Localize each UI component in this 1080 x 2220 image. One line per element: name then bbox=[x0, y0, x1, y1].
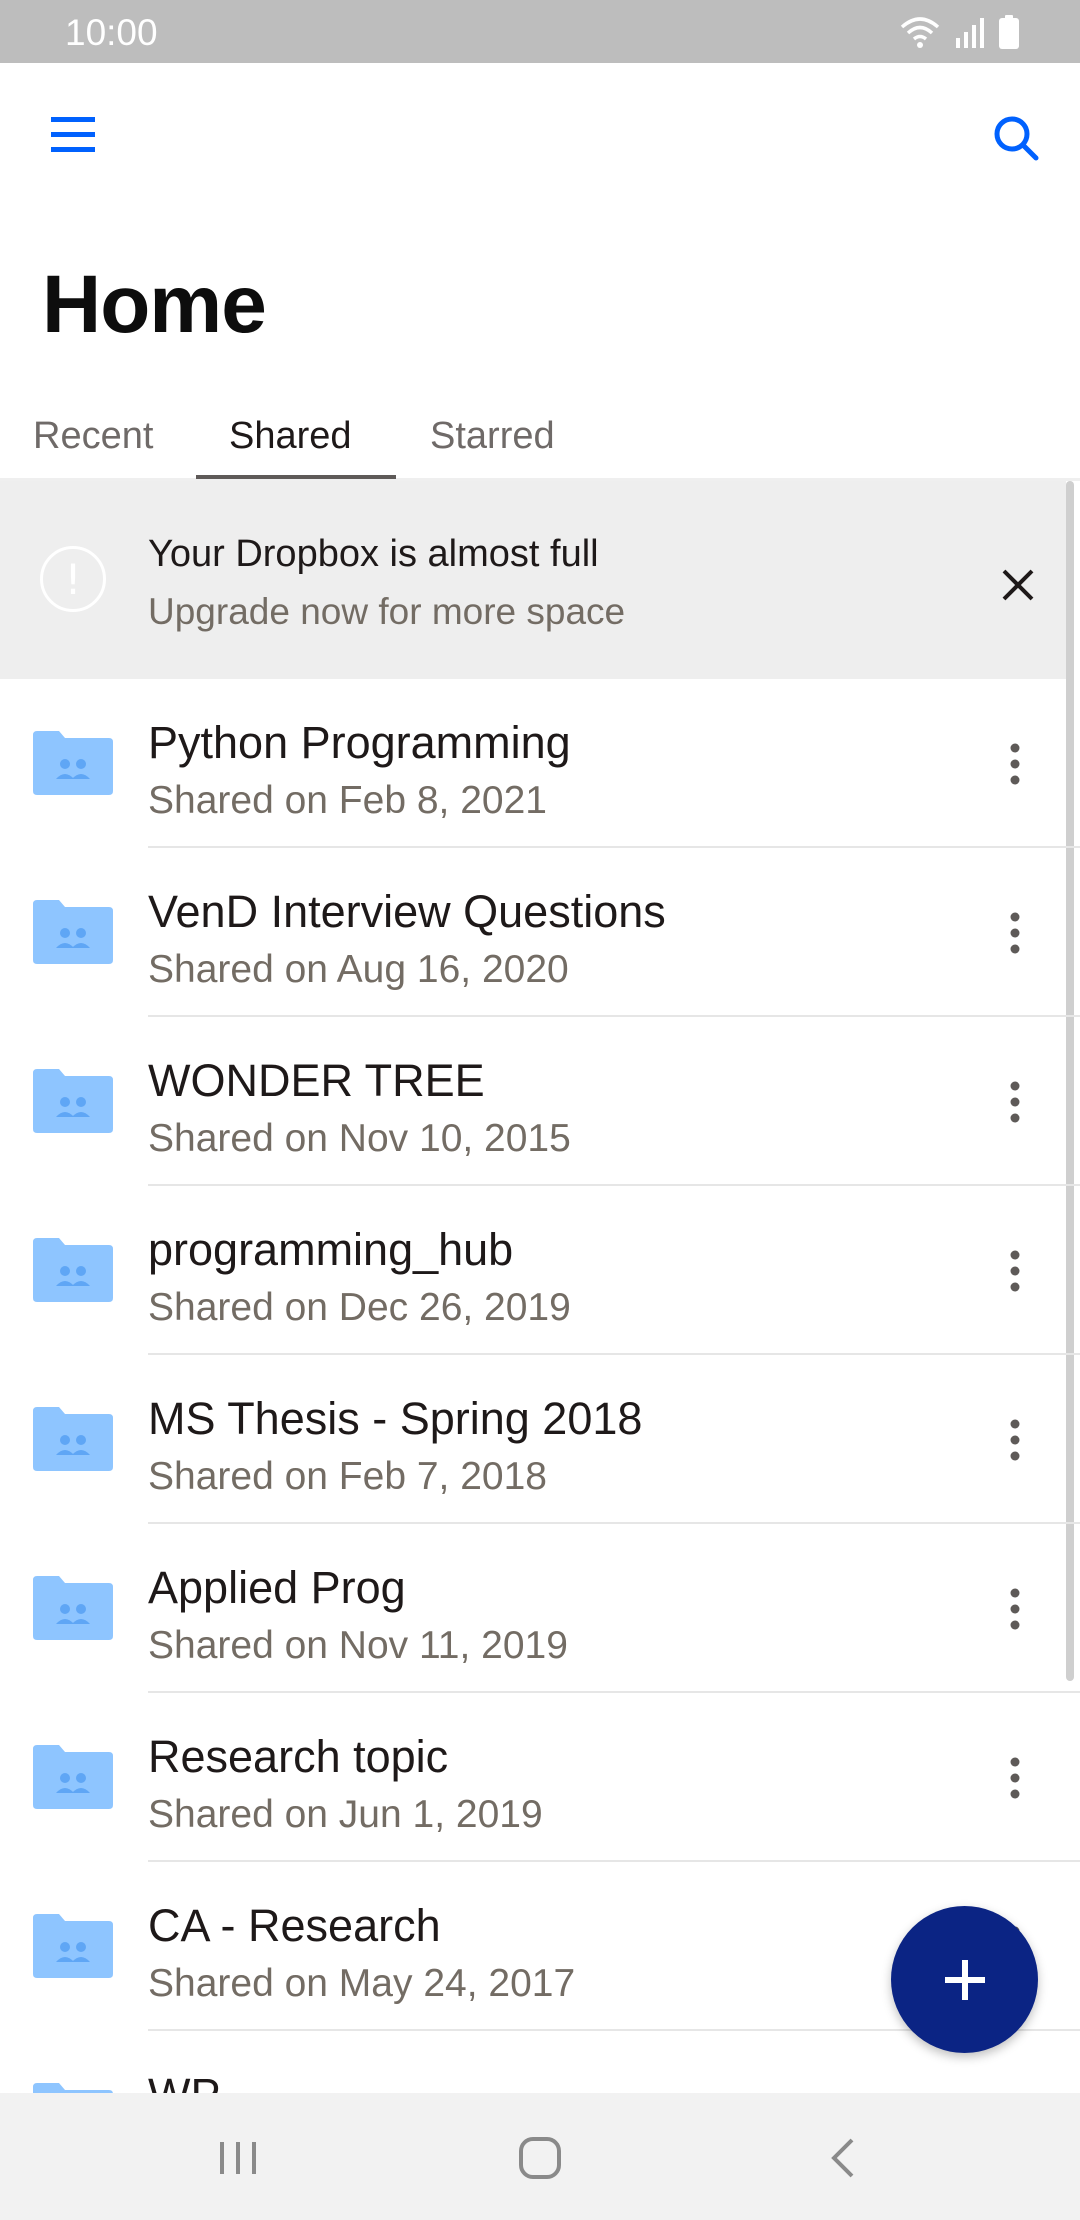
more-options-button[interactable] bbox=[990, 1241, 1040, 1301]
folder-name: Applied Prog bbox=[148, 1562, 406, 1613]
recent-apps-button[interactable] bbox=[203, 2123, 273, 2193]
hamburger-menu-icon bbox=[51, 117, 95, 152]
tab-recent[interactable]: Recent bbox=[33, 415, 153, 481]
shared-folder-icon bbox=[33, 2083, 113, 2093]
more-options-button[interactable] bbox=[990, 2086, 1040, 2093]
folder-name: WP bbox=[148, 2069, 221, 2093]
more-vertical-icon bbox=[1010, 743, 1020, 785]
folder-shared-date: Shared on Jun 1, 2019 bbox=[148, 1793, 543, 1836]
home-button[interactable] bbox=[505, 2123, 575, 2193]
folder-shared-date: Shared on Feb 7, 2018 bbox=[148, 1455, 547, 1498]
shared-folder-icon bbox=[33, 1069, 113, 1133]
shared-folder-icon bbox=[33, 1407, 113, 1471]
folder-name: VenD Interview Questions bbox=[148, 886, 666, 937]
more-vertical-icon bbox=[1010, 912, 1020, 954]
shared-folder-icon bbox=[33, 1576, 113, 1640]
folder-name: MS Thesis - Spring 2018 bbox=[148, 1393, 643, 1444]
shared-folder-icon bbox=[33, 1238, 113, 1302]
system-nav-bar bbox=[0, 2093, 1080, 2220]
folder-row[interactable]: Research topic Shared on Jun 1, 2019 bbox=[0, 1693, 1080, 1862]
shared-folder-icon bbox=[33, 731, 113, 795]
alert-icon: ! bbox=[40, 546, 106, 612]
folder-name: programming_hub bbox=[148, 1224, 514, 1275]
more-vertical-icon bbox=[1010, 1081, 1020, 1123]
search-button[interactable] bbox=[988, 110, 1044, 166]
more-options-button[interactable] bbox=[990, 1748, 1040, 1808]
storage-full-banner[interactable]: ! Your Dropbox is almost full Upgrade no… bbox=[0, 481, 1066, 679]
more-vertical-icon bbox=[1010, 1588, 1020, 1630]
folder-shared-date: Shared on Dec 26, 2019 bbox=[148, 1286, 571, 1329]
folder-row[interactable]: Python Programming Shared on Feb 8, 2021 bbox=[0, 679, 1080, 848]
folder-shared-date: Shared on Nov 11, 2019 bbox=[148, 1624, 568, 1667]
menu-button[interactable] bbox=[48, 110, 98, 160]
recent-apps-icon bbox=[220, 2142, 256, 2174]
banner-subtitle[interactable]: Upgrade now for more space bbox=[148, 591, 625, 633]
folder-row[interactable]: WP bbox=[0, 2031, 1080, 2093]
folder-shared-date: Shared on Aug 16, 2020 bbox=[148, 948, 569, 991]
shared-folder-icon bbox=[33, 1745, 113, 1809]
folder-row[interactable]: programming_hub Shared on Dec 26, 2019 bbox=[0, 1186, 1080, 1355]
folder-row[interactable]: MS Thesis - Spring 2018 Shared on Feb 7, … bbox=[0, 1355, 1080, 1524]
status-time: 10:00 bbox=[65, 12, 158, 53]
tab-starred[interactable]: Starred bbox=[430, 415, 555, 481]
banner-title: Your Dropbox is almost full bbox=[148, 533, 599, 575]
shared-folder-icon bbox=[33, 1914, 113, 1978]
active-tab-indicator bbox=[196, 475, 396, 479]
more-vertical-icon bbox=[1010, 1757, 1020, 1799]
folder-row[interactable]: Applied Prog Shared on Nov 11, 2019 bbox=[0, 1524, 1080, 1693]
battery-icon bbox=[999, 15, 1019, 49]
search-icon bbox=[994, 116, 1039, 161]
banner-close-button[interactable] bbox=[992, 559, 1044, 611]
folder-name: Python Programming bbox=[148, 717, 571, 768]
back-icon bbox=[831, 2138, 854, 2178]
more-vertical-icon bbox=[1010, 1419, 1020, 1461]
back-button[interactable] bbox=[808, 2123, 878, 2193]
close-icon bbox=[1002, 569, 1034, 601]
status-icons bbox=[900, 14, 1020, 50]
status-bar: 10:00 bbox=[0, 0, 1080, 63]
more-options-button[interactable] bbox=[990, 1072, 1040, 1132]
more-options-button[interactable] bbox=[990, 903, 1040, 963]
more-options-button[interactable] bbox=[990, 1410, 1040, 1470]
folder-name: Research topic bbox=[148, 1731, 449, 1782]
wifi-icon bbox=[900, 17, 940, 48]
signal-icon bbox=[956, 18, 984, 48]
folder-shared-date: Shared on Nov 10, 2015 bbox=[148, 1117, 571, 1160]
plus-icon bbox=[944, 1959, 985, 2000]
folder-row[interactable]: VenD Interview Questions Shared on Aug 16… bbox=[0, 848, 1080, 1017]
add-button[interactable] bbox=[891, 1906, 1038, 2053]
page-title: Home bbox=[42, 259, 267, 350]
home-icon bbox=[519, 2137, 561, 2179]
shared-folder-icon bbox=[33, 900, 113, 964]
folder-name: WONDER TREE bbox=[148, 1055, 485, 1106]
more-options-button[interactable] bbox=[990, 734, 1040, 794]
more-vertical-icon bbox=[1010, 1250, 1020, 1292]
shared-folder-list: Python Programming Shared on Feb 8, 2021 V… bbox=[0, 679, 1080, 2093]
folder-row[interactable]: WONDER TREE Shared on Nov 10, 2015 bbox=[0, 1017, 1080, 1186]
folder-shared-date: Shared on May 24, 2017 bbox=[148, 1962, 576, 2005]
tab-shared[interactable]: Shared bbox=[229, 415, 352, 481]
folder-name: CA - Research bbox=[148, 1900, 441, 1951]
folder-shared-date: Shared on Feb 8, 2021 bbox=[148, 779, 547, 822]
tab-bar: Recent Shared Starred bbox=[0, 405, 1080, 481]
more-options-button[interactable] bbox=[990, 1579, 1040, 1639]
